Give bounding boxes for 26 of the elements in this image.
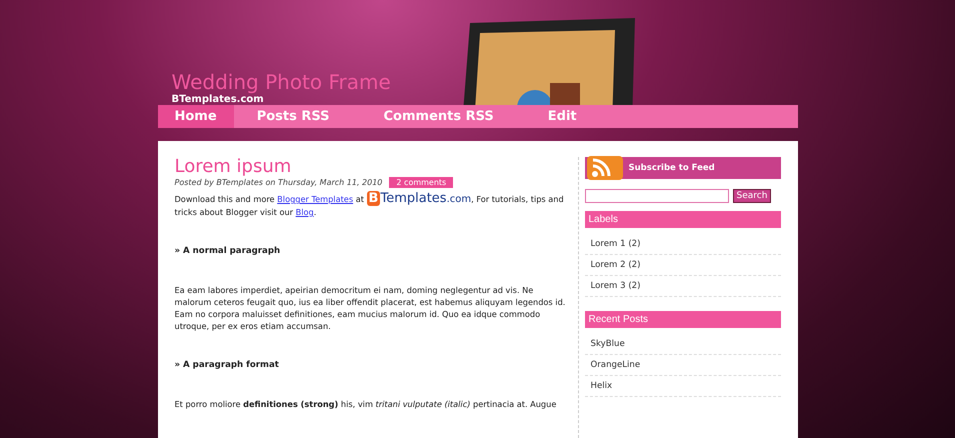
subscribe-label: Subscribe to Feed (628, 163, 715, 173)
section-heading: » A normal paragraph (174, 246, 282, 256)
nav-tab[interactable]: Home (158, 105, 234, 128)
sidebar-link[interactable]: OrangeLine (584, 355, 780, 376)
site-subtitle: BTemplates.com (172, 94, 265, 105)
comments-link[interactable]: 2 comments (389, 177, 454, 188)
subscribe-banner[interactable]: Subscribe to Feed (584, 157, 780, 179)
search-field[interactable] (584, 189, 728, 203)
sidebar-link[interactable]: SkyBlue (584, 334, 780, 355)
section-heading: » A paragraph format (174, 360, 280, 370)
search-button[interactable]: Search (732, 189, 772, 203)
body-paragraph: Et porro moliore definitiones (strong) his, vim tritani vulputate (italic) pertinacia at. Augue (174, 398, 558, 410)
post-meta: Posted by BTemplates on Thursday, March 11, 2010 (174, 177, 382, 189)
widget-title: Recent Posts (584, 311, 780, 328)
sidebar-link[interactable]: Lorem 3 (2) (584, 276, 780, 297)
btemplates-logo[interactable]: B Templates.com (366, 191, 472, 206)
intro-paragraph: Download this and more Blogger Templates at B Templates.com, For tutorials, tips and tricks about Blogger visit our Blog. (174, 193, 565, 218)
widget-title: Labels (584, 211, 780, 228)
sidebar-link[interactable]: Helix (584, 376, 780, 397)
body-paragraph: Ea eam labores imperdiet, apeirian democritum ei nam, doming neglegentur ad vis. Ne malorum ceteros feugait quo, ius ea liber offendit placerat, est habemus aliquyam legendos id. Eam no corpora maluisset definitiones, eam mucius malorum id. Quo ea idque commodo utroque, per ex eros etiam accumsan. (174, 284, 566, 332)
sidebar-link[interactable]: Lorem 1 (2) (584, 234, 780, 255)
blogger-templates-link[interactable]: Blogger Templates (277, 194, 354, 204)
post-title[interactable]: Lorem ipsum (174, 157, 566, 177)
blog-link[interactable]: Blog (296, 207, 314, 217)
sidebar-link[interactable]: Lorem 2 (2) (584, 255, 780, 276)
rss-icon (584, 156, 622, 180)
